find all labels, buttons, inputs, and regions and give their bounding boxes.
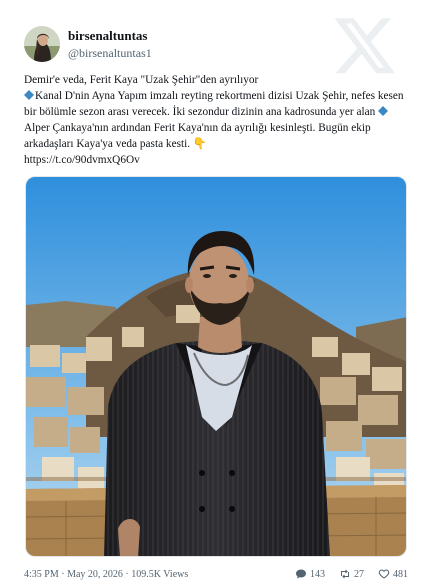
tweet-headline: Demir'e veda, Ferit Kaya "Uzak Şehir"den… (24, 74, 259, 86)
tweet-body-part-a: Kanal D'nin Ayna Yapım imzalı reyting re… (24, 90, 404, 118)
like-stat[interactable]: 481 (378, 568, 408, 580)
retweet-stat[interactable]: 27 (339, 568, 364, 580)
retweet-icon (341, 569, 349, 579)
separator-dot: · (61, 568, 65, 580)
reply-stat[interactable]: 143 (295, 568, 325, 580)
tweet-date[interactable]: May 20, 2026 (67, 569, 123, 580)
like-count: 481 (393, 568, 408, 580)
retweet-count: 27 (354, 568, 364, 580)
reply-icon (296, 569, 306, 579)
small-blue-diamond-icon (24, 90, 34, 100)
avatar[interactable] (24, 26, 60, 62)
tweet-card: birsenaltuntas @birsenaltuntas1 Demir'e … (0, 0, 432, 588)
small-blue-diamond-icon (378, 106, 389, 116)
tweet-link[interactable]: https://t.co/90dvmxQ6Ov (24, 154, 140, 166)
tweet-time[interactable]: 4:35 PM (24, 569, 59, 580)
user-names: birsenaltuntas @birsenaltuntas1 (68, 28, 152, 61)
tweet-meta: 4:35 PM · May 20, 2026 · 109.5K Views (24, 569, 281, 580)
x-logo-icon (334, 18, 395, 74)
tweet-photo[interactable] (25, 176, 407, 557)
pointing-down-emoji: 👇 (192, 138, 207, 150)
tweet-text: Demir'e veda, Ferit Kaya "Uzak Şehir"den… (24, 72, 412, 168)
user-handle[interactable]: @birsenaltuntas1 (68, 45, 152, 61)
view-count: 109.5K Views (131, 568, 189, 580)
reply-count: 143 (310, 568, 325, 580)
heart-icon (378, 569, 390, 579)
tweet-footer: 4:35 PM · May 20, 2026 · 109.5K Views 14… (24, 566, 408, 582)
display-name[interactable]: birsenaltuntas (68, 28, 152, 44)
tweet-header: birsenaltuntas @birsenaltuntas1 (24, 24, 152, 64)
tweet-paragraph: Kanal D'nin Ayna Yapım imzalı reyting re… (24, 88, 412, 152)
separator-dot: · (125, 568, 129, 580)
